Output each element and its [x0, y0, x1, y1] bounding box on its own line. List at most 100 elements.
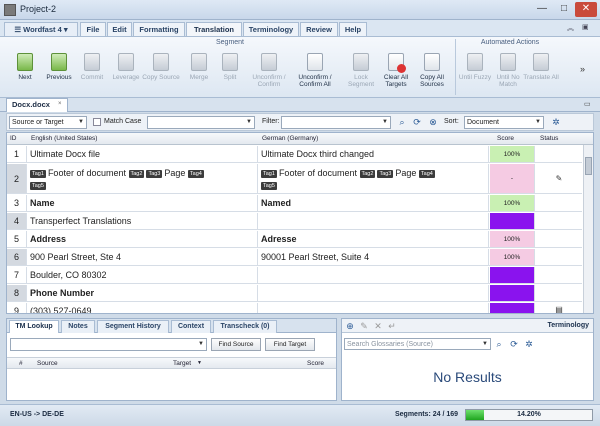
table-row[interactable]: 4 Transperfect Translations [7, 213, 582, 230]
find-source-button[interactable]: Find Source [211, 338, 261, 351]
source-cell[interactable]: Boulder, CO 80302 [28, 267, 258, 283]
next-button[interactable]: Next [6, 51, 44, 97]
tab-review[interactable]: Review [300, 22, 338, 36]
column-id: ID [10, 135, 17, 142]
source-cell[interactable]: Tag1 Footer of document Tag2 Tag3 Page Tag4… [28, 164, 258, 193]
close-button[interactable]: ✕ [575, 2, 597, 17]
tab-segment-history[interactable]: Segment History [97, 320, 169, 333]
tab-transcheck[interactable]: Transcheck (0) [213, 320, 277, 333]
scope-select[interactable]: Source or Target ▼ [9, 116, 87, 129]
leverage-icon [118, 53, 134, 71]
search-replace-icon[interactable]: ⟳ [412, 117, 422, 127]
commit-button[interactable]: Commit [73, 51, 111, 97]
target-cell[interactable] [259, 267, 489, 283]
close-tab-icon[interactable]: × [58, 101, 62, 107]
tab-file[interactable]: File [80, 22, 106, 36]
source-cell[interactable]: Phone Number [28, 285, 258, 301]
search-combo[interactable]: ▼ [147, 116, 255, 129]
search-icon[interactable]: ⌕ [494, 339, 504, 349]
collapse-ribbon-icon[interactable]: ︽ [567, 23, 579, 33]
tab-translation[interactable]: Translation [186, 22, 242, 36]
maximize-button[interactable]: □ [554, 2, 574, 17]
app-menu-button[interactable]: ☰ Wordfast 4 ▾ [4, 22, 78, 36]
tab-tm-lookup[interactable]: TM Lookup [9, 320, 59, 333]
target-cell[interactable] [259, 213, 489, 229]
leverage-button[interactable]: Leverage [107, 51, 145, 97]
table-row[interactable]: 7 Boulder, CO 80302 [7, 267, 582, 284]
search-replace-icon[interactable]: ⟳ [509, 339, 519, 349]
column-lookup-target[interactable]: Target [173, 360, 191, 367]
edit-term-icon[interactable]: ✎ [359, 321, 369, 331]
segment-text: Footer of document [47, 168, 126, 178]
table-row[interactable]: 3 Name Named 100% [7, 195, 582, 212]
tab-help[interactable]: Help [339, 22, 367, 36]
delete-term-icon[interactable]: ✕ [373, 321, 383, 331]
table-row[interactable]: 8 Phone Number [7, 285, 582, 302]
tab-context[interactable]: Context [171, 320, 211, 333]
search-icon[interactable]: ⌕ [397, 117, 407, 127]
score-cell: 100% [490, 231, 535, 247]
table-row[interactable]: 2 Tag1 Footer of document Tag2 Tag3 Page Ta… [7, 164, 582, 194]
row-id: 4 [7, 213, 27, 229]
table-row[interactable]: 9 (303) 527-0649 ▤ [7, 303, 582, 313]
sort-select[interactable]: Document ▼ [464, 116, 544, 129]
split-icon [222, 53, 238, 71]
table-row[interactable]: 6 900 Pearl Street, Ste 4 90001 Pearl St… [7, 249, 582, 266]
unconfirm-confirm-all-button[interactable]: Unconfirm / Confirm All [292, 51, 338, 97]
source-cell[interactable]: Transperfect Translations [28, 213, 258, 229]
target-cell[interactable]: 90001 Pearl Street, Suite 4 [259, 249, 489, 265]
clear-all-targets-button[interactable]: Clear All Targets [377, 51, 415, 97]
until-fuzzy-icon [467, 53, 483, 71]
add-term-icon[interactable]: ⊕ [345, 321, 355, 331]
source-cell[interactable]: 900 Pearl Street, Ste 4 [28, 249, 258, 265]
unconfirm-confirm-button[interactable]: Unconfirm / Confirm [248, 51, 290, 97]
insert-term-icon[interactable]: ↵ [387, 321, 397, 331]
translate-all-button[interactable]: Translate All [522, 51, 560, 97]
grid-scrollbar[interactable] [583, 145, 593, 313]
source-cell[interactable]: Address [28, 231, 258, 247]
clear-filter-icon[interactable]: ⊗ [428, 117, 438, 127]
filter-combo[interactable]: ▼ [281, 116, 391, 129]
menu-bar: ☰ Wordfast 4 ▾ File Edit Formatting Tran… [0, 20, 600, 37]
target-cell[interactable]: Tag1 Footer of document Tag2 Tag3 Page Tag4… [259, 164, 489, 193]
target-cell[interactable]: Named [259, 195, 489, 211]
source-cell[interactable]: (303) 527-0649 [28, 303, 258, 313]
table-row[interactable]: 1 Ultimate Docx file Ultimate Docx third… [7, 146, 582, 163]
tag-chip: Tag1 [261, 169, 277, 178]
target-cell[interactable] [259, 303, 489, 313]
target-cell[interactable] [259, 285, 489, 301]
tab-terminology[interactable]: Terminology [243, 22, 299, 36]
ribbon-menu-icon[interactable]: ▣ [582, 23, 594, 33]
lookup-search-combo[interactable]: ▼ [10, 338, 207, 351]
target-cell[interactable]: Ultimate Docx third changed [259, 146, 489, 162]
status-cell [536, 213, 582, 229]
lookup-panel: TM Lookup Notes Segment History Context … [6, 318, 337, 401]
status-cell [536, 146, 582, 162]
lock-segment-button[interactable]: Lock Segment [342, 51, 380, 97]
match-case-checkbox[interactable] [93, 118, 101, 126]
chevron-down-icon: ▼ [198, 341, 204, 347]
glossary-search-input[interactable]: Search Glossaries (Source) ▼ [344, 338, 491, 350]
status-cell [536, 231, 582, 247]
minimize-panel-icon[interactable]: ▭ [584, 100, 591, 108]
target-cell[interactable]: Adresse [259, 231, 489, 247]
source-cell[interactable]: Name [28, 195, 258, 211]
copy-all-sources-button[interactable]: Copy All Sources [413, 51, 451, 97]
find-target-button[interactable]: Find Target [265, 338, 315, 351]
settings-gear-icon[interactable]: ✲ [524, 339, 534, 349]
tab-edit[interactable]: Edit [107, 22, 132, 36]
tab-notes[interactable]: Notes [61, 320, 95, 333]
source-cell[interactable]: Ultimate Docx file [28, 146, 258, 162]
scrollbar-thumb[interactable] [585, 157, 592, 175]
note-icon[interactable]: ▤ [555, 305, 563, 313]
chevron-down-icon: ▼ [382, 119, 388, 125]
ribbon-overflow-button[interactable]: » [580, 64, 585, 74]
minimize-button[interactable]: — [530, 2, 554, 17]
settings-gear-icon[interactable]: ✲ [551, 117, 561, 127]
copy-source-button[interactable]: Copy Source [142, 51, 180, 97]
tab-formatting[interactable]: Formatting [133, 22, 185, 36]
table-row[interactable]: 5 Address Adresse 100% [7, 231, 582, 248]
pencil-edit-icon[interactable]: ✎ [556, 174, 563, 183]
split-button[interactable]: Split [211, 51, 249, 97]
filter-label: Filter: [262, 118, 280, 125]
